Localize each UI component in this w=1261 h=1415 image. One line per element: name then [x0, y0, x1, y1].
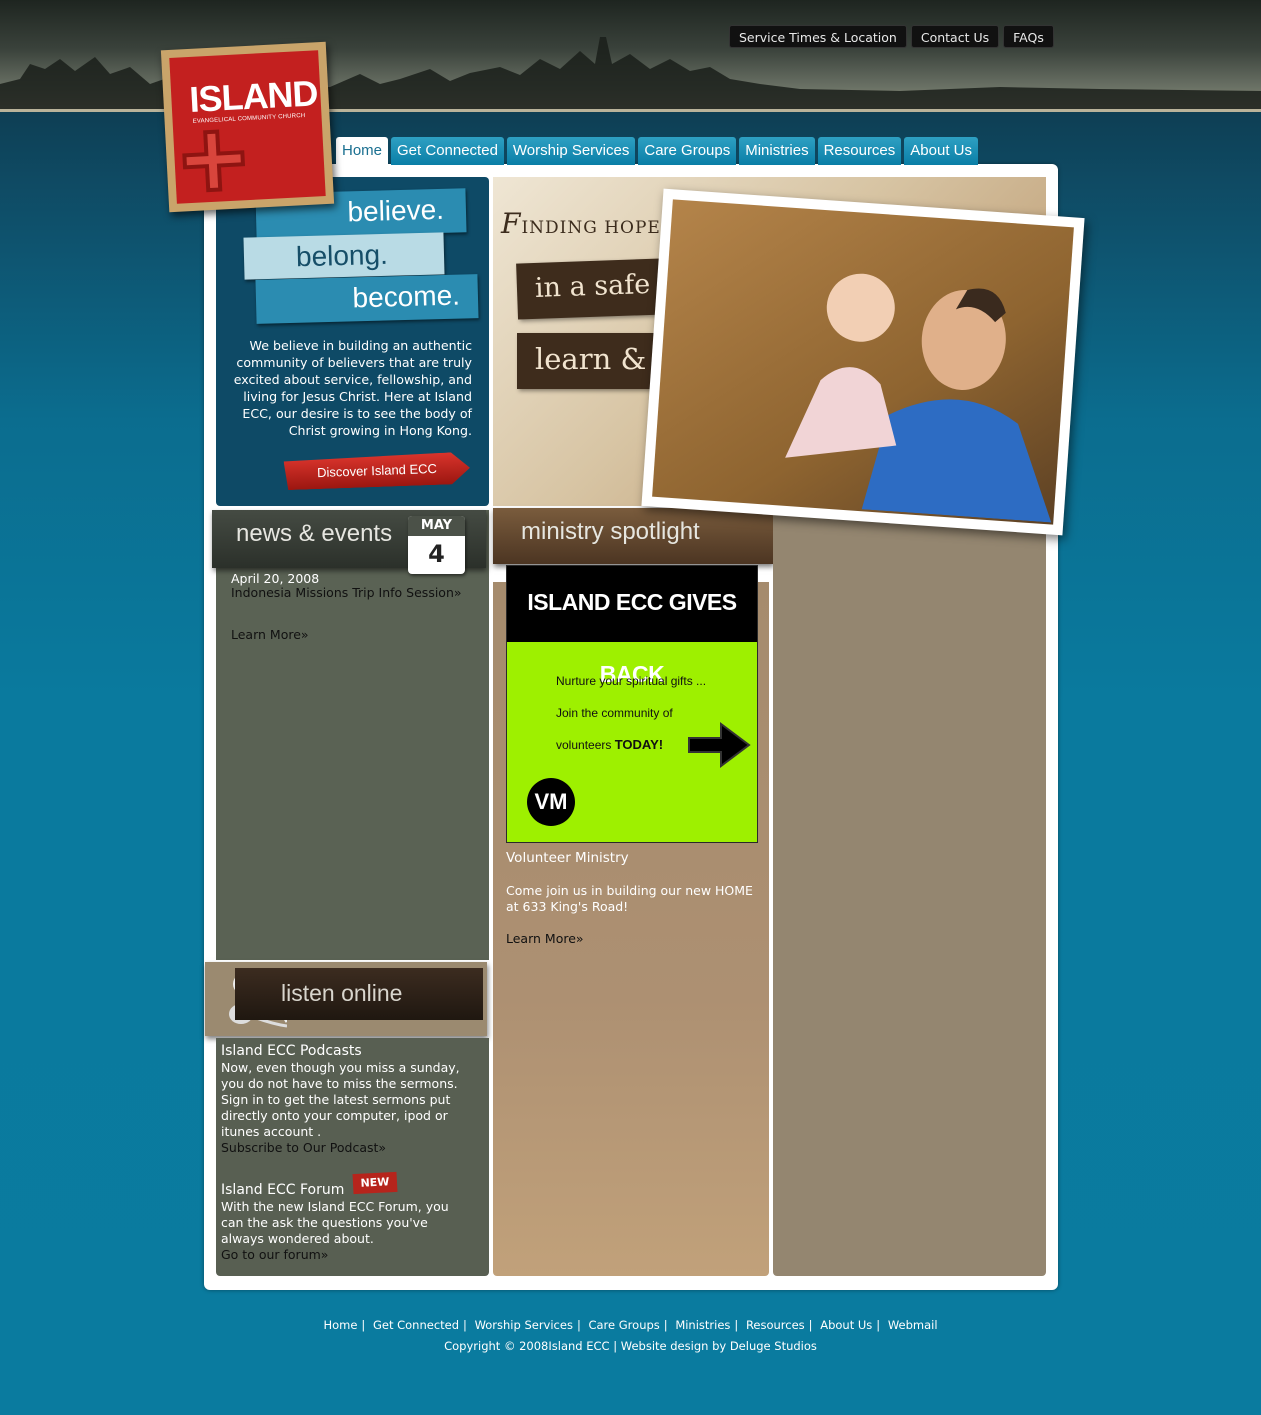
podcast-text: Now, even though you miss a sunday, you … — [221, 1060, 460, 1139]
footer-link-resources[interactable]: Resources — [746, 1318, 805, 1332]
footer-link-worship-services[interactable]: Worship Services — [475, 1318, 573, 1332]
tab-resources[interactable]: Resources — [817, 137, 902, 165]
date-month: MAY — [408, 516, 465, 536]
tab-care-groups[interactable]: Care Groups — [638, 137, 737, 165]
tab-ministries[interactable]: Ministries — [739, 137, 815, 165]
main-nav: Home Get Connected Worship Services Care… — [336, 137, 978, 165]
forum-link[interactable]: Go to our forum» — [221, 1247, 328, 1263]
toplink-faqs[interactable]: FAQs — [1003, 25, 1054, 48]
footer-link-ministries[interactable]: Ministries — [675, 1318, 730, 1332]
footer-link-webmail[interactable]: Webmail — [888, 1318, 938, 1332]
tab-about-us[interactable]: About Us — [904, 137, 978, 165]
footer-link-about-us[interactable]: About Us — [820, 1318, 872, 1332]
news-item-link[interactable]: Indonesia Missions Trip Info Session» — [231, 585, 462, 601]
believe-panel: believe. belong. become. We believe in b… — [216, 177, 489, 506]
tab-get-connected[interactable]: Get Connected — [391, 137, 504, 165]
island-ecc-logo[interactable]: ISLAND EVANGELICAL COMMUNITY CHURCH — [160, 41, 335, 213]
ad-line-1: Nurture your spiritual gifts ... — [556, 674, 707, 688]
footer-links: Home | Get Connected | Worship Services | C… — [323, 1318, 938, 1332]
date-day: 4 — [428, 540, 445, 568]
finding-hope-title: FINDING HOPE... — [501, 207, 681, 240]
listen-online-heading: listen online — [235, 968, 483, 1020]
father-baby-photo-illustration — [785, 273, 1052, 523]
new-badge: NEW — [352, 1171, 398, 1195]
toplink-contact-us[interactable]: Contact Us — [910, 25, 1000, 48]
subscribe-podcast-link[interactable]: Subscribe to Our Podcast» — [221, 1140, 386, 1156]
ministry-learn-more-link[interactable]: Learn More» — [506, 931, 584, 947]
footer-link-care-groups[interactable]: Care Groups — [588, 1318, 659, 1332]
ad-line-2: Join the community of — [556, 706, 673, 720]
ministry-spotlight-heading: ministry spotlight — [493, 508, 773, 564]
footer-link-home[interactable]: Home — [323, 1318, 357, 1332]
top-links: Service Times & Location Contact Us FAQs — [729, 25, 1054, 48]
right-column — [773, 506, 1046, 1276]
ad-headline: ISLAND ECC GIVES BACK — [507, 566, 757, 687]
family-photo — [641, 188, 1085, 536]
footer-link-get-connected[interactable]: Get Connected — [373, 1318, 459, 1332]
listen-online-panel-header: listen online — [205, 962, 487, 1036]
arrow-right-icon — [688, 722, 751, 768]
toplink-service-times[interactable]: Service Times & Location — [729, 25, 907, 48]
tab-home[interactable]: Home — [336, 137, 389, 165]
discover-island-ecc-button[interactable]: Discover Island ECC — [283, 452, 470, 490]
volunteer-ad-banner[interactable]: ISLAND ECC GIVES BACK Nurture your spiri… — [506, 565, 758, 843]
cross-icon — [182, 129, 246, 193]
ministry-title: Volunteer Ministry — [506, 850, 629, 866]
belong-word: belong. — [243, 232, 445, 280]
calendar-date-badge: MAY 4 — [408, 516, 465, 574]
copyright-text: Copyright © 2008Island ECC | Website des… — [444, 1339, 817, 1353]
ad-line-3: volunteers TODAY! — [556, 737, 664, 752]
news-learn-more-link[interactable]: Learn More» — [231, 627, 309, 643]
tab-worship-services[interactable]: Worship Services — [506, 137, 636, 165]
podcast-title: Island ECC Podcasts — [221, 1043, 362, 1059]
forum-text: With the new Island ECC Forum, you can t… — [221, 1199, 449, 1246]
ministry-text: Come join us in building our new HOME at… — [506, 883, 753, 914]
believe-description: We believe in building an authentic comm… — [233, 338, 472, 438]
vm-logo: VM — [527, 778, 575, 826]
become-word: become. — [255, 274, 479, 324]
forum-title: Island ECC Forum — [221, 1182, 345, 1198]
